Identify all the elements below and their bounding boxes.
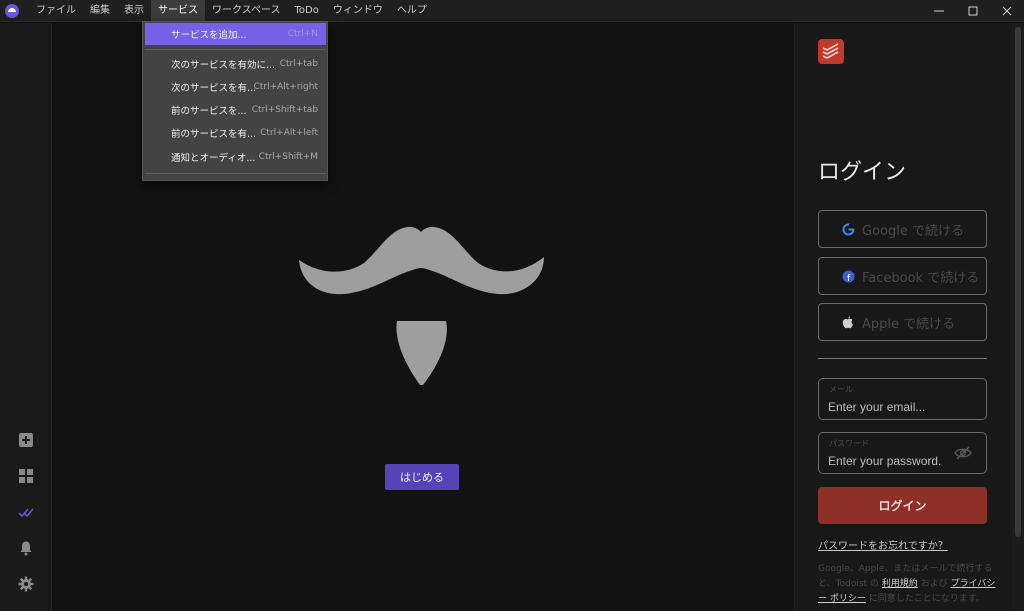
menu-workspaces[interactable]: ワークスペース (205, 0, 288, 22)
menu-item-next-service-alt[interactable]: 次のサービスを有... Ctrl+Alt+right (145, 76, 326, 98)
start-button[interactable]: はじめる (385, 464, 459, 490)
apple-login-label: Apple で続ける (862, 316, 956, 332)
settings-gear-icon[interactable] (18, 576, 34, 592)
scrollbar-thumb[interactable] (1015, 27, 1021, 537)
menu-edit[interactable]: 編集 (83, 0, 117, 22)
todoist-logo-icon (818, 39, 844, 64)
title-bar: ファイル 編集 表示 サービス ワークスペース ToDo ウィンドウ ヘルプ (0, 0, 1024, 22)
menu-item-activate-next-service[interactable]: 次のサービスを有効に... Ctrl+tab (145, 53, 326, 75)
hide-password-eye-icon[interactable] (954, 445, 972, 461)
terms-suffix: に同意したことになります。 (868, 594, 985, 604)
mustache-logo-icon (299, 226, 544, 385)
menu-help[interactable]: ヘルプ (390, 0, 434, 22)
close-icon[interactable] (990, 0, 1024, 22)
minimize-icon[interactable] (922, 0, 956, 22)
menu-item-previous-service[interactable]: 前のサービスを... Ctrl+Shift+tab (145, 99, 326, 121)
password-field: パスワード (818, 432, 987, 474)
panel-scrollbar[interactable] (1012, 23, 1024, 611)
todoist-login-panel: ログイン Google で続ける f Facebook で続ける Apple で… (794, 23, 1012, 611)
apple-login-button[interactable]: Apple で続ける (818, 303, 987, 341)
menu-separator (145, 49, 326, 50)
menu-item-add-service[interactable]: サービスを追加... Ctrl+N (145, 23, 326, 45)
email-label: メール (829, 385, 853, 394)
menu-item-previous-service-alt[interactable]: 前のサービスを有... Ctrl+Alt+left (145, 122, 326, 144)
services-dropdown-menu: サービスを追加... Ctrl+N 次のサービスを有効に... Ctrl+tab… (142, 21, 328, 181)
add-service-icon[interactable] (18, 432, 34, 448)
password-label: パスワード (829, 439, 869, 448)
workspaces-icon[interactable] (18, 468, 34, 484)
terms-of-service-link[interactable]: 利用規約 (882, 579, 918, 589)
forgot-password-link[interactable]: パスワードをお忘れですか？ (818, 537, 948, 552)
email-input[interactable] (828, 399, 942, 415)
menu-todo[interactable]: ToDo (288, 0, 326, 22)
google-icon (841, 222, 855, 236)
divider (818, 358, 987, 359)
menu-separator (145, 173, 326, 174)
maximize-icon[interactable] (956, 0, 990, 22)
facebook-login-label: Facebook で続ける (862, 270, 980, 286)
menu-item-notifications-audio[interactable]: 通知とオーディオ... Ctrl+Shift+M (145, 146, 326, 168)
google-login-button[interactable]: Google で続ける (818, 210, 987, 248)
notifications-bell-icon[interactable] (18, 540, 34, 556)
services-sidebar (0, 23, 52, 611)
menu-file[interactable]: ファイル (29, 0, 83, 22)
login-button[interactable]: ログイン (818, 487, 987, 524)
terms-middle: および (920, 579, 948, 589)
apple-icon (841, 315, 855, 329)
menu-view[interactable]: 表示 (117, 0, 151, 22)
email-field: メール (818, 378, 987, 420)
google-login-label: Google で続ける (862, 223, 964, 239)
login-title: ログイン (818, 160, 907, 185)
facebook-login-button[interactable]: f Facebook で続ける (818, 257, 987, 295)
todo-checkmark-icon[interactable] (18, 504, 34, 520)
window-controls (922, 0, 1024, 22)
facebook-icon: f (841, 269, 855, 283)
terms-text: Google、Apple、またはメールで続行すると、Todoist の 利用規約… (818, 562, 998, 607)
menu-services[interactable]: サービス (151, 0, 205, 22)
ferdium-logo-icon (5, 3, 19, 18)
password-input[interactable] (828, 453, 942, 469)
menu-window[interactable]: ウィンドウ (326, 0, 390, 22)
